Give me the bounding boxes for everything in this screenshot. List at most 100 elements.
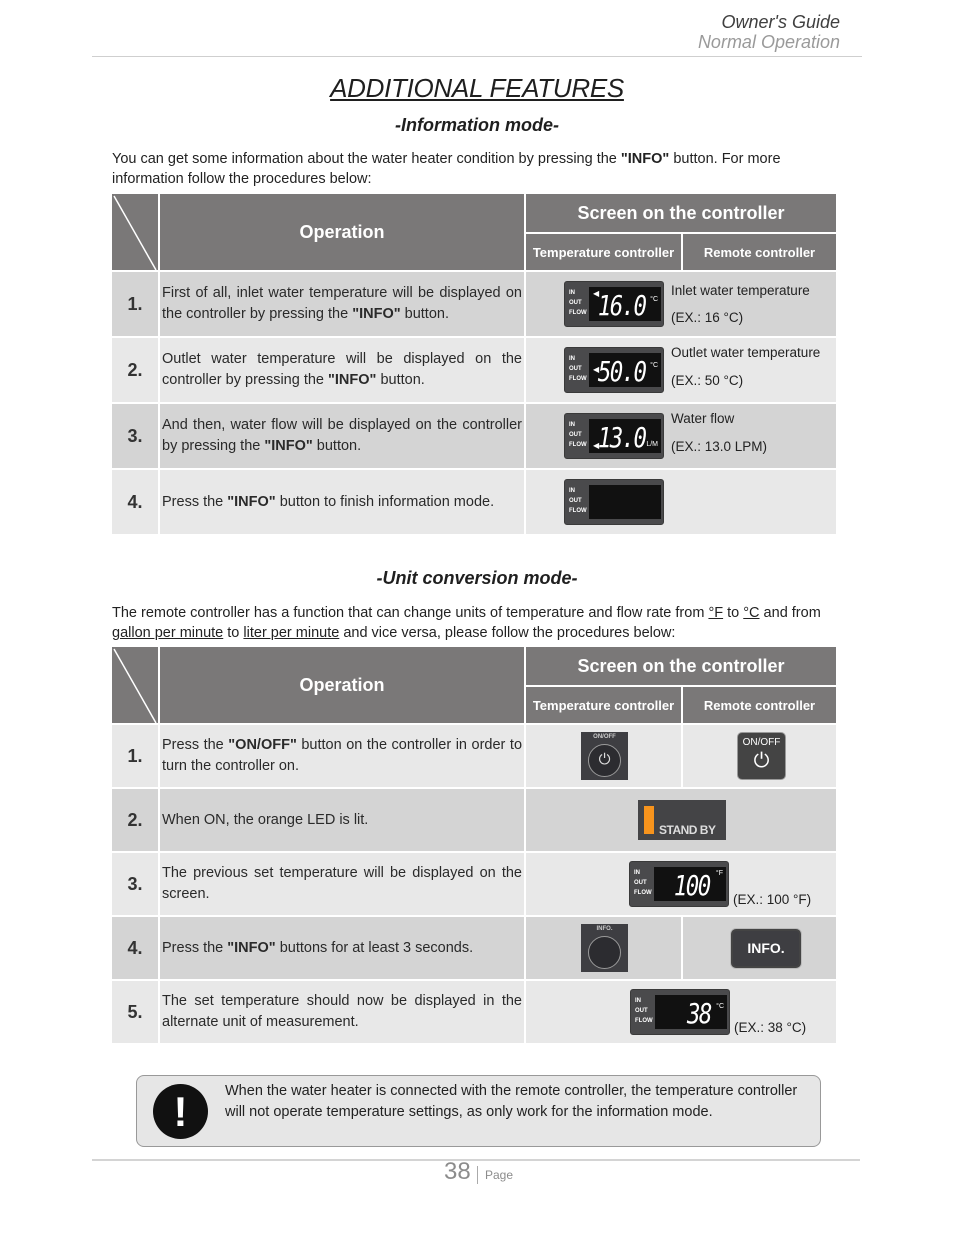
round-button-icon (588, 936, 621, 969)
step-text: The previous set temperature will be dis… (162, 865, 522, 902)
display-example: (EX.: 16 °C) (671, 310, 744, 325)
screen-cell: IN OUT FLOW 100 °F (EX.: 100 °F) (526, 853, 836, 915)
col-remote-controller: Remote controller (683, 234, 836, 270)
display-description: Outlet water temperature (671, 345, 821, 360)
step-number: 4. (127, 937, 143, 958)
table-row: 3. And then, water flow will be displaye… (112, 404, 836, 468)
intro-bold: "INFO" (620, 151, 670, 167)
page-label: Page (485, 1168, 514, 1182)
guide-title: Owner's Guide (721, 12, 841, 32)
screen-cell: IN OUT FLOW (526, 470, 836, 534)
screen-cell: IN OUT FLOW ◀ 13.0 L/M Water flow (EX.: 13.0… (526, 404, 836, 468)
lcd-display: IN OUT FLOW ◀ 16.0 °C (564, 281, 664, 327)
table-row: 1. First of all, inlet water temperature… (112, 272, 836, 336)
button-caption: ON/OFF (593, 734, 616, 740)
page-separator (477, 1166, 478, 1184)
table-row: 2. Outlet water temperature will be disp… (112, 338, 836, 402)
step-number: 1. (127, 293, 143, 314)
screen-cell: IN OUT FLOW ◀ 16.0 °C Inlet water temperatur… (526, 272, 836, 336)
col-operation: Operation (160, 647, 524, 723)
page-number: 38 (444, 1158, 471, 1185)
step-text: And then, water flow will be displayed o… (162, 417, 522, 454)
lcd-unit: °C (716, 1003, 724, 1010)
footer-divider (92, 1159, 860, 1161)
step-text: Press the "INFO" buttons for at least 3 … (162, 939, 474, 956)
lcd-unit: °F (715, 870, 723, 877)
col-operation: Operation (160, 194, 524, 270)
col-remote-controller: Remote controller (683, 687, 836, 723)
step-number: 4. (127, 491, 143, 512)
exclamation-icon: ! (153, 1084, 208, 1139)
lcd-value: 16.0 (597, 289, 646, 322)
lcd-display: IN OUT FLOW 38 °C (630, 989, 730, 1035)
standby-indicator: STAND BY (638, 800, 726, 840)
power-icon: ⏻ (588, 744, 621, 777)
info-mode-subtitle: -Information mode- (395, 115, 559, 135)
lcd-unit: L/M (646, 441, 658, 448)
lcd-display: IN OUT FLOW 100 °F (629, 861, 729, 907)
step-text: The set temperature should now be displa… (162, 993, 522, 1030)
info-mode-table: Operation Screen on the controller Tempe… (110, 192, 838, 536)
power-icon: ⏻ (753, 750, 770, 772)
lcd-unit: °C (650, 296, 658, 303)
unit-mode-subtitle: -Unit conversion mode- (376, 568, 578, 588)
lcd-value: 50.0 (597, 355, 646, 388)
display-example: (EX.: 50 °C) (671, 373, 744, 388)
display-example: (EX.: 38 °C) (734, 1020, 807, 1035)
section-title: Normal Operation (697, 32, 840, 52)
orange-led-icon (644, 806, 654, 834)
col-temp-controller: Temperature controller (526, 687, 681, 723)
temp-controller-cell: ON/OFF ⏻ (526, 725, 681, 787)
button-caption: INFO. (596, 926, 613, 932)
on-off-button[interactable]: ON/OFF ⏻ (581, 732, 628, 780)
warning-text: When the water heater is connected with … (225, 1083, 798, 1120)
info-button[interactable]: INFO. (581, 924, 628, 972)
screen-cell: IN OUT FLOW 38 °C (EX.: 38 °C) (526, 981, 836, 1043)
step-text: Press the "ON/OFF" button on the control… (162, 737, 523, 774)
unit-mode-intro: The remote controller has a function tha… (112, 605, 821, 641)
corner-cell (112, 194, 158, 270)
step-text: When ON, the orange LED is lit. (162, 811, 369, 828)
display-description: Inlet water temperature (671, 283, 810, 298)
table-row: 3. The previous set temperature will be … (112, 853, 836, 915)
step-number: 3. (127, 873, 143, 894)
col-temp-controller: Temperature controller (526, 234, 681, 270)
screen-cell: STAND BY (526, 789, 836, 851)
table-row: 4. Press the "INFO" button to finish inf… (112, 470, 836, 534)
display-example: (EX.: 100 °F) (733, 892, 812, 907)
lcd-value: 13.0 (597, 421, 646, 454)
step-text: Outlet water temperature will be display… (162, 351, 522, 388)
table-row: 1. Press the "ON/OFF" button on the cont… (112, 725, 836, 787)
step-number: 1. (127, 745, 143, 766)
button-caption: ON/OFF (742, 737, 781, 748)
table-row: 4. Press the "INFO" buttons for at least… (112, 917, 836, 979)
lcd-unit: °C (650, 362, 658, 369)
screen-cell: IN OUT FLOW ◀ 50.0 °C Outlet water temperatu… (526, 338, 836, 402)
step-text: Press the "INFO" button to finish inform… (162, 493, 495, 510)
col-screen: Screen on the controller (526, 194, 836, 232)
step-text: First of all, inlet water temperature wi… (162, 285, 522, 322)
step-number: 3. (127, 425, 143, 446)
lcd-display-blank: IN OUT FLOW (564, 479, 664, 525)
lcd-value: 100 (674, 869, 711, 902)
step-number: 5. (127, 1001, 143, 1022)
unit-mode-table: Operation Screen on the controller Tempe… (110, 645, 838, 1045)
temp-controller-cell: INFO. (526, 917, 681, 979)
lcd-value: 38 (687, 997, 712, 1030)
remote-controller-cell: INFO. (683, 917, 836, 979)
table-row: 2. When ON, the orange LED is lit. STAND… (112, 789, 836, 851)
info-mode-intro: You can get some information about the w… (112, 149, 847, 189)
step-number: 2. (127, 809, 143, 830)
step-number: 2. (127, 359, 143, 380)
remote-info-button[interactable]: INFO. (730, 927, 802, 969)
page-title: ADDITIONAL FEATURES (330, 73, 624, 103)
display-description: Water flow (671, 411, 735, 426)
remote-on-off-button[interactable]: ON/OFF ⏻ (737, 732, 786, 780)
corner-cell (112, 647, 158, 723)
lcd-display: IN OUT FLOW ◀ 13.0 L/M (564, 413, 664, 459)
lcd-display: IN OUT FLOW ◀ 50.0 °C (564, 347, 664, 393)
display-example: (EX.: 13.0 LPM) (671, 439, 768, 454)
page-header: Owner's Guide Normal Operation (698, 12, 840, 52)
warning-box: ! When the water heater is connected wit… (136, 1075, 821, 1147)
intro-text: You can get some information about the w… (112, 151, 621, 167)
